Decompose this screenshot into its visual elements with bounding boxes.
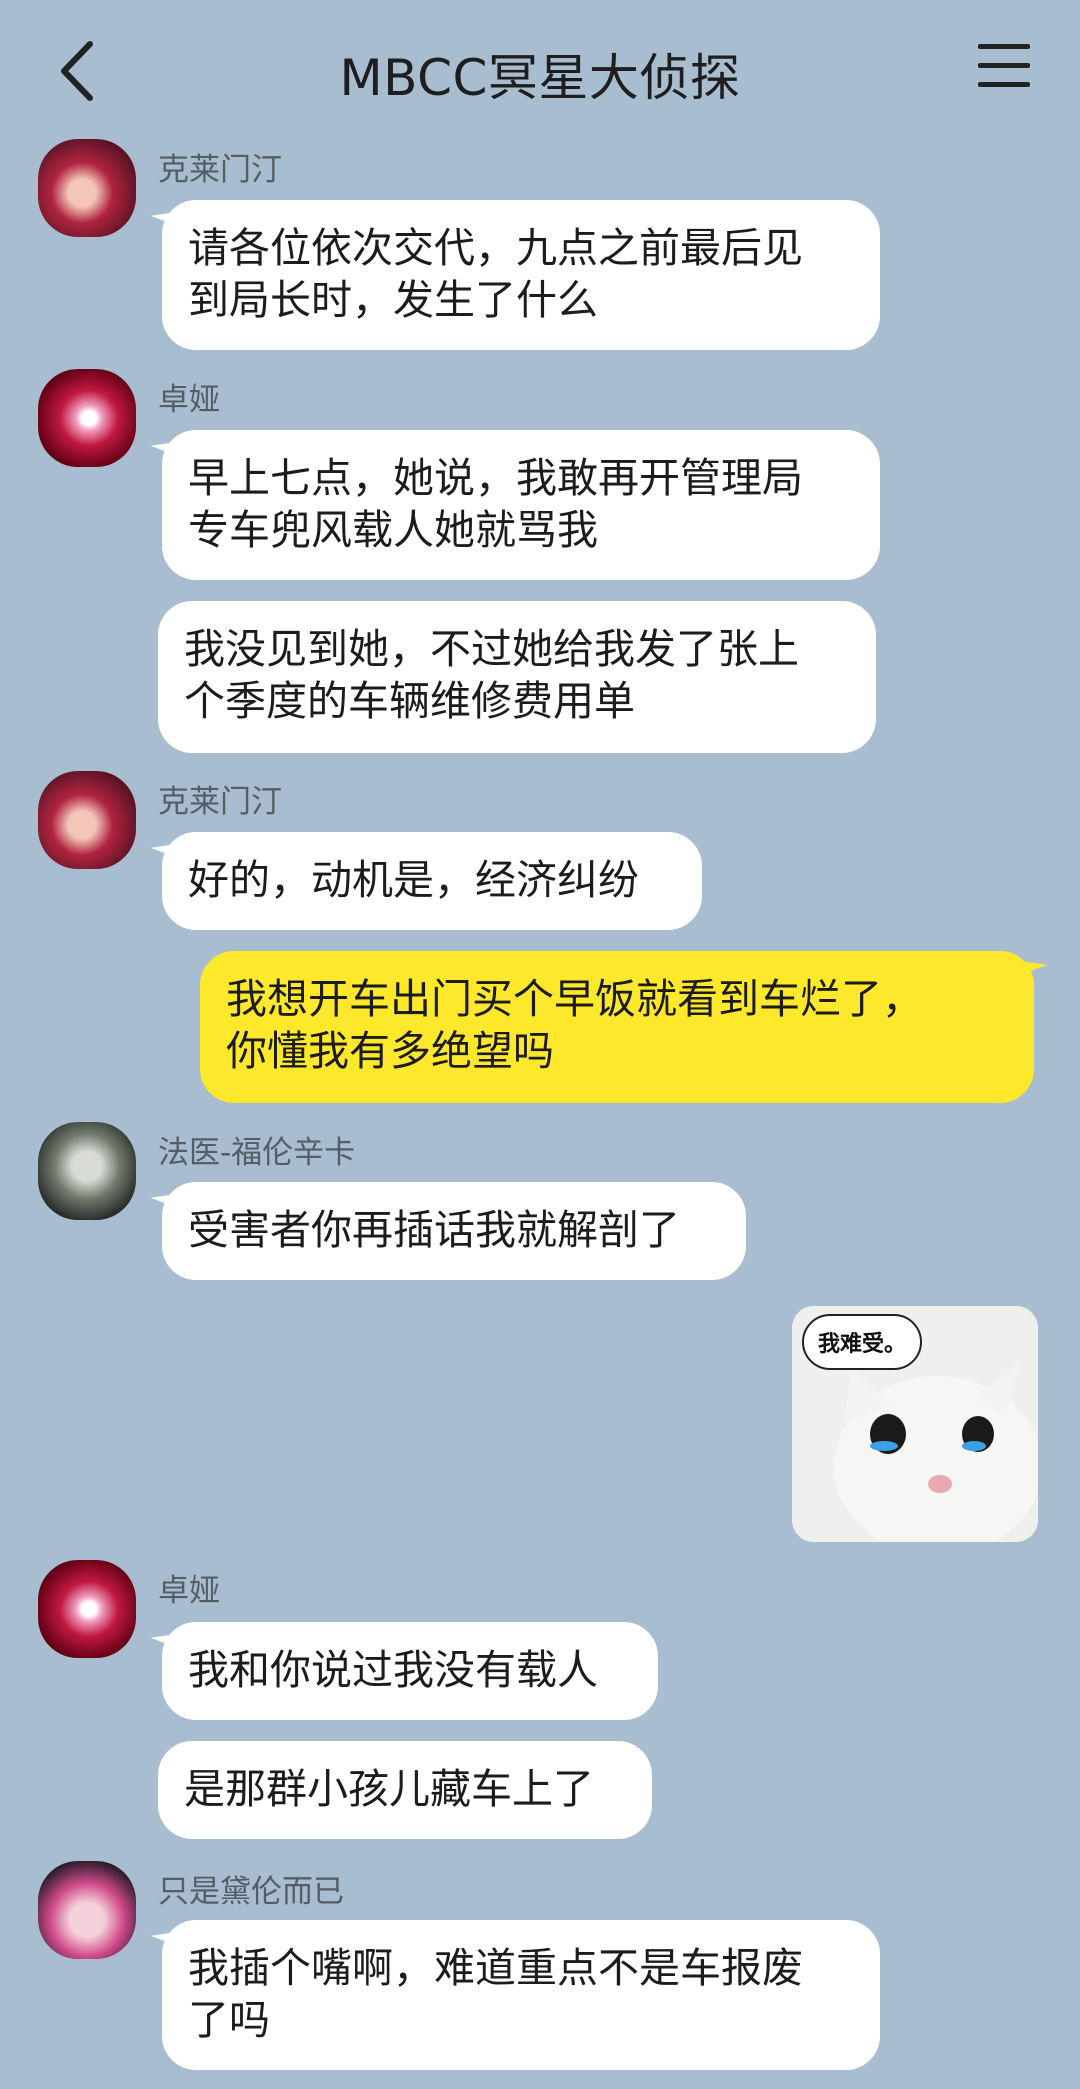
chat-header: MBCC冥星大侦探 [0,0,1080,140]
hamburger-line [978,82,1030,87]
sender-name: 克莱门汀 [158,152,282,188]
sender-name: 法医-福伦辛卡 [158,1135,356,1171]
hamburger-menu-icon [978,44,1030,49]
my-message-bubble[interactable]: 我想开车出门买个早饭就看到车烂了， 你懂我有多绝望吗 [200,951,1034,1103]
sender-name: 克莱门汀 [158,784,282,820]
message-bubble[interactable]: 请各位依次交代，九点之前最后见 到局长时，发生了什么 [162,200,880,350]
message-bubble[interactable]: 受害者你再插话我就解剖了 [162,1182,746,1280]
hamburger-line [978,63,1030,68]
sender-name: 卓娅 [158,1573,220,1609]
message-bubble[interactable]: 我没见到她，不过她给我发了张上 个季度的车辆维修费用单 [158,601,876,753]
message-bubble[interactable]: 我插个嘴啊，难道重点不是车报废 了吗 [162,1920,880,2070]
sticker-caption: 我难受。 [802,1314,923,1370]
avatar[interactable] [38,771,136,869]
menu-button[interactable] [978,44,1030,94]
avatar[interactable] [38,1122,136,1220]
avatar[interactable] [38,1861,136,1959]
chat-title: MBCC冥星大侦探 [339,49,741,107]
avatar[interactable] [38,369,136,467]
avatar[interactable] [38,139,136,237]
cat-sticker[interactable]: 我难受。 [792,1306,1038,1542]
message-bubble[interactable]: 早上七点，她说，我敢再开管理局 专车兜风载人她就骂我 [162,430,880,580]
sender-name: 卓娅 [158,382,220,418]
message-bubble[interactable]: 是那群小孩儿藏车上了 [158,1741,652,1839]
avatar[interactable] [38,1560,136,1658]
sender-name: 只是黛伦而已 [158,1874,344,1910]
message-bubble[interactable]: 我和你说过我没有载人 [162,1622,658,1720]
message-bubble[interactable]: 好的，动机是，经济纠纷 [162,832,702,930]
